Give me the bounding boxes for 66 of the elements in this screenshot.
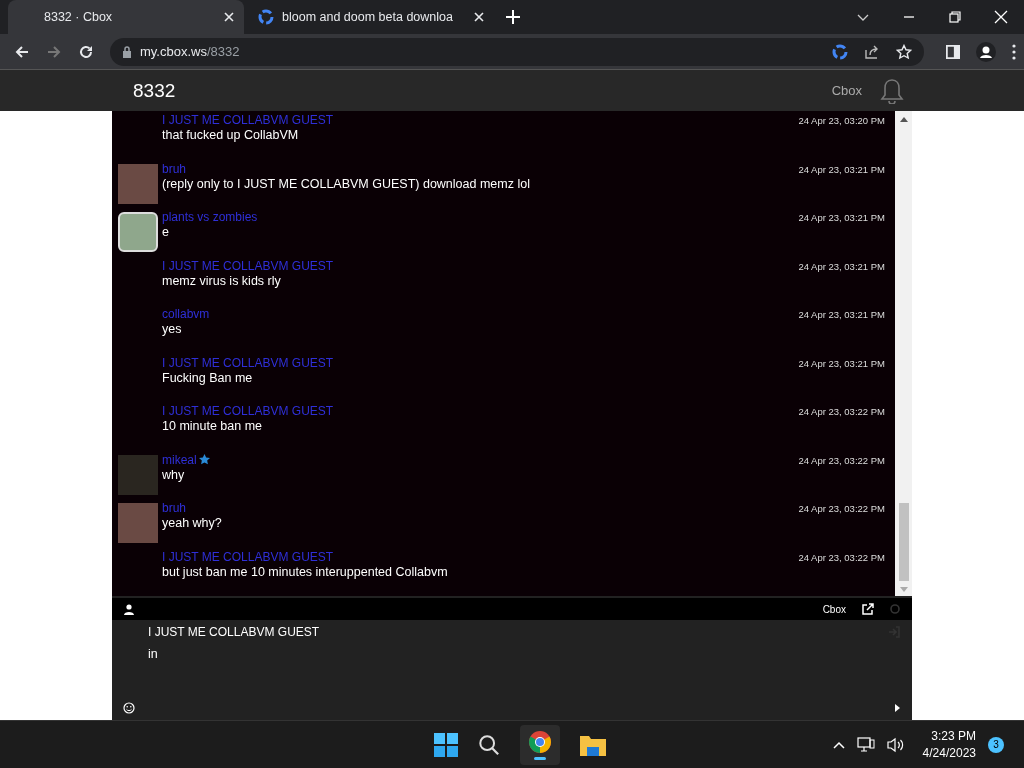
message-text: Fucking Ban me [162,370,254,385]
message-text: (reply only to I JUST ME COLLABVM GUEST) download memz lol [162,176,531,191]
user-icon[interactable] [124,603,134,615]
browser-tab[interactable]: 8332 · Cbox [8,0,244,34]
send-icon[interactable] [895,704,900,712]
google-icon [258,9,274,25]
message-text: e [162,225,170,239]
chrome-icon [528,730,552,754]
photo-placeholder [118,163,158,204]
photo-placeholder [118,454,158,495]
scrollbar[interactable] [895,111,912,596]
message-time: 24 Apr 23, 03:21 PM [798,260,885,272]
message-text: yes [162,322,183,336]
message-text: yeah why? [162,516,223,530]
message-time: 24 Apr 23, 03:21 PM [798,212,885,223]
chat-title: 8332 [133,79,176,102]
photo-placeholder [118,503,158,543]
star-icon[interactable] [896,43,912,60]
message-time: 24 Apr 23, 03:22 PM [798,503,885,514]
scroll-thumb[interactable] [898,503,909,581]
address-bar[interactable]: my.cbox.ws/8332 [110,37,924,66]
message-text: that fucked up CollabVM [162,128,300,142]
message-time: 24 Apr 23, 03:21 PM [798,163,885,175]
message-text: memz virus is kids rly [162,273,282,288]
lock-icon[interactable] [122,45,132,58]
url-text: my.cbox.ws/8332 [140,44,240,59]
message-time: 24 Apr 23, 03:22 PM [798,406,885,417]
message-time: 24 Apr 23, 03:21 PM [798,357,885,369]
message-time: 24 Apr 23, 03:20 PM [798,115,885,126]
folder-icon[interactable] [580,734,606,756]
name-field[interactable]: I JUST ME COLLABVM GUEST [148,625,320,639]
close-icon[interactable] [224,12,234,22]
profile-icon[interactable] [976,41,996,62]
clock-date[interactable]: 4/24/2023 [922,746,976,760]
back-icon[interactable] [14,43,30,60]
notification-badge[interactable]: 3 [988,736,1004,753]
reload-icon[interactable] [78,43,94,60]
menu-icon[interactable] [1012,43,1016,60]
volume-icon[interactable] [886,736,905,753]
close-icon[interactable] [474,12,484,22]
message-time: 24 Apr 23, 03:21 PM [798,309,885,320]
network-icon[interactable] [856,736,875,753]
message-text: but just ban me 10 minutes interuppented Collabvm [162,564,449,579]
side-panel-icon[interactable] [946,44,960,59]
message-text: why [162,467,186,482]
message-time: 24 Apr 23, 03:22 PM [798,551,885,563]
message-text: 10 minute ban me [162,419,264,433]
cbox-link[interactable]: Cbox [831,83,862,98]
status-circle-icon [890,604,900,614]
popout-icon[interactable] [862,603,874,615]
chevron-up-icon[interactable] [832,740,845,749]
forward-icon[interactable] [46,43,62,60]
bell-icon[interactable] [880,77,904,104]
windows-start-icon[interactable] [434,733,458,757]
scroll-up-icon[interactable] [899,117,908,122]
avatar-image [118,212,158,252]
smiley-icon[interactable] [123,702,135,714]
browser-tab[interactable]: bloom and doom beta downloa [244,0,494,34]
search-icon[interactable] [478,734,500,756]
chrome-taskbar-button[interactable] [520,725,560,765]
google-icon[interactable] [832,43,848,60]
message-field[interactable]: in [148,647,900,702]
clock-time[interactable]: 3:23 PM [931,729,976,743]
share-icon[interactable] [864,43,880,60]
message-time: 24 Apr 23, 03:22 PM [798,454,885,466]
cbox-link[interactable]: Cbox [822,603,846,615]
